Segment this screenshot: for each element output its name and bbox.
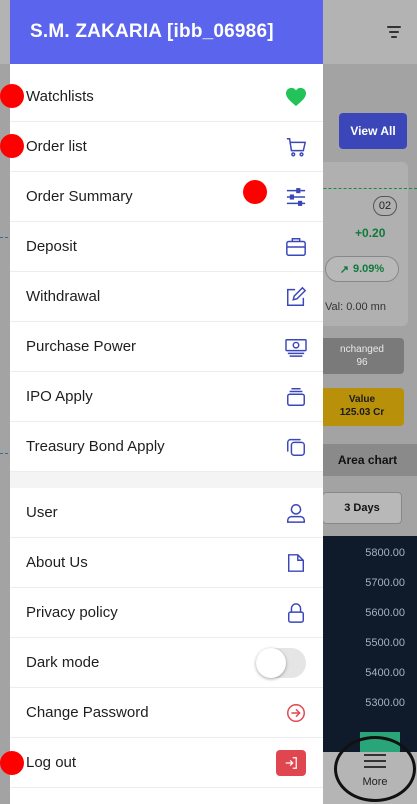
menu-item-about-us[interactable]: About Us xyxy=(10,538,323,588)
user-icon xyxy=(283,500,309,526)
menu-item-label: Order Summary xyxy=(26,188,133,205)
menu-item-order-list[interactable]: Order list xyxy=(10,122,323,172)
three-days-button[interactable]: 3 Days xyxy=(322,492,402,524)
menu-item-label: About Us xyxy=(26,554,88,571)
drawer-header: S.M. ZAKARIA [ibb_06986] xyxy=(10,0,323,64)
menu-item-privacy-policy[interactable]: Privacy policy xyxy=(10,588,323,638)
value-box: Value 125.03 Cr xyxy=(320,388,404,426)
menu-item-log-out[interactable]: Log out xyxy=(10,738,323,788)
toggle-knob xyxy=(256,647,286,678)
percent-chip: ↗ 9.09% xyxy=(325,256,399,282)
menu-item-treasury-bond-apply[interactable]: Treasury Bond Apply xyxy=(10,422,323,472)
cart-icon xyxy=(283,134,309,160)
file-icon xyxy=(283,550,309,576)
menu-item-label: IPO Apply xyxy=(26,388,93,405)
menu-item-label: Deposit xyxy=(26,238,77,255)
menu-divider xyxy=(10,472,323,488)
chart-tick: 5700.00 xyxy=(365,577,405,589)
chart-tick: 5400.00 xyxy=(365,667,405,679)
edit-icon xyxy=(283,284,309,310)
percent-value: 9.09% xyxy=(353,263,385,275)
menu-item-watchlists[interactable]: Watchlists xyxy=(10,72,323,122)
lock-icon xyxy=(283,600,309,626)
menu-item-deposit[interactable]: Deposit xyxy=(10,222,323,272)
marker-dot xyxy=(0,751,24,775)
menu-item-label: Watchlists xyxy=(26,88,94,105)
briefcase-icon xyxy=(283,234,309,260)
menu-item-label: Dark mode xyxy=(26,654,100,671)
menu-item-change-password[interactable]: Change Password xyxy=(10,688,323,738)
marker-dot xyxy=(0,134,24,158)
unchanged-box: nchanged 96 xyxy=(320,338,404,374)
count-badge: 02 xyxy=(373,196,397,216)
money-icon xyxy=(283,334,309,360)
sliders-icon xyxy=(283,184,309,210)
menu-item-label: Withdrawal xyxy=(26,288,101,305)
menu-icon xyxy=(364,750,386,772)
menu-item-label: Change Password xyxy=(26,704,149,721)
copy-icon xyxy=(283,434,309,460)
heart-icon xyxy=(283,84,309,110)
more-label: More xyxy=(362,776,388,788)
index-chart: 5800.00 5700.00 5600.00 5500.00 5400.00 … xyxy=(318,536,417,752)
arrow-circle-icon xyxy=(283,700,309,726)
filter-icon[interactable] xyxy=(387,26,401,38)
value-text: Val: 0.00 mn xyxy=(325,301,386,313)
chart-tick: 5300.00 xyxy=(365,697,405,709)
navigation-drawer: S.M. ZAKARIA [ibb_06986] Watchlists Orde… xyxy=(10,0,323,804)
chart-tick: 5500.00 xyxy=(365,637,405,649)
unchanged-label: nchanged xyxy=(340,344,384,355)
menu-item-order-summary[interactable]: Order Summary xyxy=(10,172,323,222)
menu-item-user[interactable]: User xyxy=(10,488,323,538)
chart-tick: 5800.00 xyxy=(365,547,405,559)
value-label: Value xyxy=(348,394,376,405)
menu-item-withdrawal[interactable]: Withdrawal xyxy=(10,272,323,322)
menu-item-label: Purchase Power xyxy=(26,338,137,355)
menu-item-label: Treasury Bond Apply xyxy=(26,438,165,455)
menu-item-ipo-apply[interactable]: IPO Apply xyxy=(10,372,323,422)
marker-dot xyxy=(243,180,267,204)
menu-item-purchase-power[interactable]: Purchase Power xyxy=(10,322,323,372)
logout-icon xyxy=(275,749,307,776)
chart-tick: 5600.00 xyxy=(365,607,405,619)
change-value: +0.20 xyxy=(355,226,386,240)
marker-dot xyxy=(0,84,24,108)
user-title: S.M. ZAKARIA [ibb_06986] xyxy=(30,21,274,42)
view-all-button[interactable]: View All xyxy=(339,113,407,149)
dark-mode-toggle[interactable] xyxy=(255,647,307,678)
toggle-track xyxy=(256,647,306,678)
menu-item-label: Privacy policy xyxy=(26,604,118,621)
trend-up-icon: ↗ xyxy=(339,263,349,276)
unchanged-value: 96 xyxy=(356,357,368,368)
more-button[interactable]: More xyxy=(334,736,416,802)
menu-item-dark-mode[interactable]: Dark mode xyxy=(10,638,323,688)
value-amount: 125.03 Cr xyxy=(339,407,385,418)
menu-item-label: Log out xyxy=(26,754,77,771)
menu-item-label: Order list xyxy=(26,138,87,155)
stack-icon xyxy=(283,384,309,410)
menu-item-label: User xyxy=(26,504,58,521)
area-chart-tab[interactable]: Area chart xyxy=(318,444,417,476)
